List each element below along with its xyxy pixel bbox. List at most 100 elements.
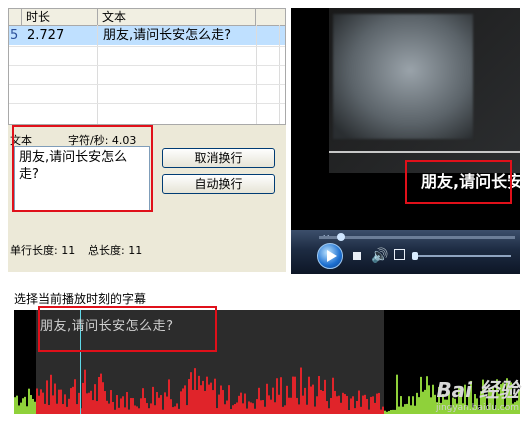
waveform-bar: [256, 399, 258, 414]
waveform-bar: [242, 403, 244, 414]
waveform-bar: [86, 393, 88, 414]
waveform-bar: [68, 398, 70, 414]
waveform-bar: [234, 404, 236, 414]
play-icon[interactable]: [317, 243, 343, 269]
waveform-bar: [50, 374, 52, 414]
cancel-wrap-button[interactable]: 取消换行: [162, 148, 275, 168]
waveform-bar: [286, 385, 288, 414]
waveform-bar: [36, 388, 38, 414]
table-row[interactable]: 5 2.727 朋友,请问长安怎么走?: [9, 26, 285, 45]
waveform-bar: [302, 395, 304, 414]
waveform-bar: [22, 398, 24, 414]
waveform-bar: [376, 393, 378, 414]
waveform-bar: [386, 411, 388, 414]
row-divider: [9, 46, 285, 47]
waveform-bar: [316, 396, 318, 414]
column-header-duration[interactable]: 时长: [22, 9, 98, 25]
waveform-bar: [370, 396, 372, 414]
waveform-bar: [252, 403, 254, 414]
player-controls: ◂◂ 🔊: [291, 230, 520, 274]
waveform-bar: [220, 385, 222, 414]
waveform-bar: [360, 406, 362, 414]
subtitle-table[interactable]: 时长 文本 5 2.727 朋友,请问长安怎么走?: [8, 8, 286, 125]
waveform-bar: [392, 409, 394, 414]
waveform-bar: [394, 409, 396, 414]
waveform-bar: [118, 407, 120, 414]
waveform-bar: [238, 395, 240, 414]
waveform-bar: [384, 410, 386, 414]
column-divider: [97, 25, 98, 124]
waveform-bar: [262, 400, 264, 414]
waveform-bar: [116, 395, 118, 414]
waveform-bar: [402, 406, 404, 414]
waveform-bar: [102, 382, 104, 414]
volume-handle[interactable]: [412, 252, 418, 260]
column-header-text[interactable]: 文本: [98, 9, 256, 25]
waveform-bar: [84, 369, 86, 414]
waveform-bar: [332, 377, 334, 414]
waveform-bar: [232, 405, 234, 414]
waveform-bar: [290, 397, 292, 414]
waveform-bar: [248, 401, 250, 414]
waveform-bar: [230, 409, 232, 414]
waveform-bar: [212, 390, 214, 414]
waveform-bar: [60, 389, 62, 414]
waveform-bar: [58, 389, 60, 414]
waveform-bar: [426, 376, 428, 414]
highlight-box: [38, 306, 217, 352]
waveform-bar: [174, 406, 176, 414]
waveform-bar: [270, 399, 272, 414]
waveform-bar: [240, 392, 242, 414]
waveform-bar: [210, 382, 212, 414]
seek-handle[interactable]: [337, 233, 345, 241]
column-divider: [256, 25, 257, 124]
fullscreen-icon[interactable]: [394, 249, 405, 260]
waveform-bar: [404, 404, 406, 414]
waveform-bar: [410, 405, 412, 414]
seek-bar[interactable]: [319, 236, 515, 239]
waveform-bar: [138, 408, 140, 414]
waveform-bar: [148, 408, 150, 414]
watermark-brand: Bai 经验: [436, 378, 519, 402]
waveform-bar: [172, 407, 174, 414]
volume-slider[interactable]: [413, 255, 511, 257]
waveform-bar: [400, 396, 402, 414]
waveform-bar: [352, 396, 354, 414]
waveform-bar: [314, 406, 316, 414]
waveform-bar: [372, 396, 374, 414]
waveform-bar: [92, 400, 94, 414]
waveform-bar: [266, 383, 268, 414]
waveform-bar: [124, 407, 126, 414]
waveform-bar: [28, 388, 30, 414]
column-divider: [279, 25, 280, 124]
waveform-bar: [126, 392, 128, 414]
waveform-bar: [258, 387, 260, 414]
volume-icon[interactable]: 🔊: [371, 248, 388, 264]
waveform-bar: [190, 372, 192, 414]
waveform-bar: [122, 396, 124, 414]
waveform-bar: [198, 375, 200, 414]
waveform-bar: [350, 398, 352, 414]
waveform-bar: [202, 380, 204, 414]
waveform-bar: [358, 390, 360, 414]
waveform-bar: [140, 398, 142, 414]
app-window: 时长 文本 5 2.727 朋友,请问长安怎么走? 文本 字符/秒: 4.03 …: [0, 0, 527, 427]
waveform-bar: [40, 389, 42, 414]
waveform-bar: [396, 374, 398, 414]
waveform-bar: [192, 389, 194, 414]
waveform-bar: [340, 402, 342, 414]
waveform-bar: [204, 390, 206, 414]
video-divider: [329, 151, 520, 153]
waveform-bar: [264, 406, 266, 414]
waveform-bar: [414, 405, 416, 414]
waveform-bar: [120, 398, 122, 414]
waveform-bar: [310, 386, 312, 414]
stop-icon[interactable]: [353, 252, 361, 260]
waveform-bar: [18, 405, 20, 414]
video-frame[interactable]: [329, 8, 520, 173]
auto-wrap-button[interactable]: 自动换行: [162, 174, 275, 194]
waveform-bar: [104, 391, 106, 414]
waveform-bar: [88, 392, 90, 414]
waveform-bar: [390, 410, 392, 414]
waveform-bar: [144, 398, 146, 414]
